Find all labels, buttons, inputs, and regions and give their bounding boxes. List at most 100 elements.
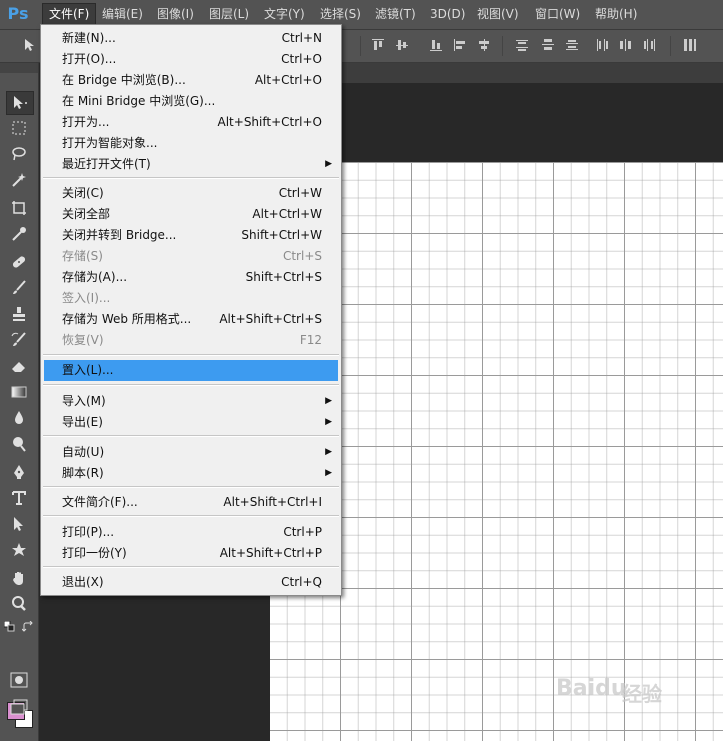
distribute-vcenter-icon[interactable] [540, 37, 556, 53]
menu-item-label: 打印一份(Y) [62, 546, 127, 560]
menu-item-label: 自动(U) [62, 445, 105, 459]
history-brush-tool[interactable] [6, 329, 32, 351]
menu-item-label: 打开为智能对象... [62, 136, 158, 150]
path-select-icon [14, 517, 23, 531]
menu-item-open[interactable]: 打开(O)... Ctrl+O [42, 49, 340, 70]
move-tool[interactable] [6, 91, 34, 115]
menu-select[interactable]: 选择(S) [314, 4, 367, 24]
default-colors-icon[interactable] [4, 621, 16, 633]
menu-separator [43, 515, 339, 517]
file-menu-dropdown: 新建(N)... Ctrl+N 打开(O)... Ctrl+O 在 Bridge 中… [40, 24, 342, 596]
menu-file[interactable]: 文件(F) [42, 3, 97, 25]
menu-item-close[interactable]: 关闭(C) Ctrl+W [42, 183, 340, 204]
brush-tool[interactable] [6, 277, 32, 299]
menu-item-close-goto-bridge[interactable]: 关闭并转到 Bridge... Shift+Ctrl+W [42, 225, 340, 246]
menu-image[interactable]: 图像(I) [151, 4, 200, 24]
menu-item-check-in[interactable]: 签入(I)... [42, 288, 340, 309]
align-top-icon[interactable] [370, 37, 386, 53]
crop-icon [12, 201, 26, 215]
screen-mode-icon[interactable] [10, 699, 28, 715]
menu-item-browse-mini-bridge[interactable]: 在 Mini Bridge 中浏览(G)... [42, 91, 340, 112]
menu-item-label: 存储为(A)... [62, 270, 128, 284]
menu-item-exit[interactable]: 退出(X) Ctrl+Q [42, 572, 340, 593]
menu-item-automate[interactable]: 自动(U) ▶ [42, 442, 340, 463]
menu-item-shortcut: Alt+Shift+Ctrl+O [217, 115, 322, 129]
tools-panel-header[interactable] [0, 63, 38, 73]
menu-item-shortcut: Shift+Ctrl+S [245, 270, 322, 284]
history-brush-icon [11, 332, 26, 346]
menu-item-new[interactable]: 新建(N)... Ctrl+N [42, 28, 340, 49]
move-tool-preset-icon[interactable] [22, 37, 38, 53]
eyedropper-tool[interactable] [6, 223, 32, 245]
menu-item-print-one-copy[interactable]: 打印一份(Y) Alt+Shift+Ctrl+P [42, 543, 340, 564]
menu-view[interactable]: 视图(V) [471, 4, 525, 24]
menu-item-label: 在 Bridge 中浏览(B)... [62, 73, 186, 87]
magic-wand-tool[interactable] [6, 169, 32, 191]
menu-item-label: 脚本(R) [62, 466, 104, 480]
menu-item-browse-bridge[interactable]: 在 Bridge 中浏览(B)... Alt+Ctrl+O [42, 70, 340, 91]
pen-tool[interactable] [6, 461, 32, 483]
zoom-tool[interactable] [6, 593, 32, 615]
marquee-tool[interactable] [6, 117, 32, 139]
menu-item-place[interactable]: 置入(L)... [44, 360, 338, 381]
dodge-tool[interactable] [6, 433, 32, 455]
custom-shape-tool[interactable] [6, 539, 32, 561]
align-bottom-icon[interactable] [428, 37, 444, 53]
hand-tool[interactable] [6, 567, 32, 589]
menu-separator [43, 384, 339, 386]
menu-item-import[interactable]: 导入(M) ▶ [42, 391, 340, 412]
menu-item-label: 关闭并转到 Bridge... [62, 228, 177, 242]
menu-item-label: 退出(X) [62, 575, 104, 589]
menu-item-shortcut: Ctrl+Q [281, 575, 322, 589]
menu-item-save-as[interactable]: 存储为(A)... Shift+Ctrl+S [42, 267, 340, 288]
menu-item-recent-files[interactable]: 最近打开文件(T) ▶ [42, 154, 340, 175]
magic-wand-icon [12, 173, 26, 187]
submenu-arrow-icon: ▶ [325, 468, 332, 478]
menu-edit[interactable]: 编辑(E) [96, 4, 149, 24]
path-selection-tool[interactable] [6, 513, 32, 535]
lasso-tool[interactable] [6, 143, 32, 165]
menu-item-file-info[interactable]: 文件简介(F)... Alt+Shift+Ctrl+I [42, 492, 340, 513]
distribute-right-icon[interactable] [642, 37, 658, 53]
menu-item-save-for-web[interactable]: 存储为 Web 所用格式... Alt+Shift+Ctrl+S [42, 309, 340, 330]
menu-item-close-all[interactable]: 关闭全部 Alt+Ctrl+W [42, 204, 340, 225]
crop-tool[interactable] [6, 197, 32, 219]
menu-item-label: 打印(P)... [62, 525, 115, 539]
auto-align-icon[interactable] [682, 37, 698, 53]
distribute-left-icon[interactable] [594, 37, 610, 53]
menu-layer[interactable]: 图层(L) [203, 4, 255, 24]
menu-item-save[interactable]: 存储(S) Ctrl+S [42, 246, 340, 267]
blur-tool[interactable] [6, 407, 32, 429]
distribute-hcenter-icon[interactable] [618, 37, 634, 53]
swap-colors-icon[interactable] [22, 621, 34, 633]
align-vcenter-icon[interactable] [394, 37, 410, 53]
gradient-tool[interactable] [6, 381, 32, 403]
menu-item-scripts[interactable]: 脚本(R) ▶ [42, 463, 340, 484]
menu-item-export[interactable]: 导出(E) ▶ [42, 412, 340, 433]
menu-item-open-as[interactable]: 打开为... Alt+Shift+Ctrl+O [42, 112, 340, 133]
clone-stamp-tool[interactable] [6, 303, 32, 325]
menu-item-revert[interactable]: 恢复(V) F12 [42, 330, 340, 351]
menu-type[interactable]: 文字(Y) [258, 4, 311, 24]
distribute-top-icon[interactable] [514, 37, 530, 53]
menu-filter[interactable]: 滤镜(T) [369, 4, 422, 24]
menu-item-label: 打开为... [62, 115, 110, 129]
menu-item-label: 在 Mini Bridge 中浏览(G)... [62, 94, 216, 108]
zoom-icon [12, 596, 26, 611]
quick-mask-icon[interactable] [10, 672, 28, 688]
type-tool[interactable] [6, 487, 32, 509]
align-left-icon[interactable] [452, 37, 468, 53]
menu-window[interactable]: 窗口(W) [529, 4, 586, 24]
menu-item-label: 存储为 Web 所用格式... [62, 312, 192, 326]
align-hcenter-icon[interactable] [476, 37, 492, 53]
menu-item-open-smart-object[interactable]: 打开为智能对象... [42, 133, 340, 154]
menu-item-print[interactable]: 打印(P)... Ctrl+P [42, 522, 340, 543]
blur-icon [15, 411, 23, 424]
menu-3d[interactable]: 3D(D) [424, 4, 471, 24]
menu-help[interactable]: 帮助(H) [589, 4, 643, 24]
menu-separator [43, 435, 339, 437]
eyedropper-icon [12, 227, 26, 241]
eraser-tool[interactable] [6, 355, 32, 377]
healing-brush-tool[interactable] [6, 251, 32, 273]
distribute-bottom-icon[interactable] [564, 37, 580, 53]
